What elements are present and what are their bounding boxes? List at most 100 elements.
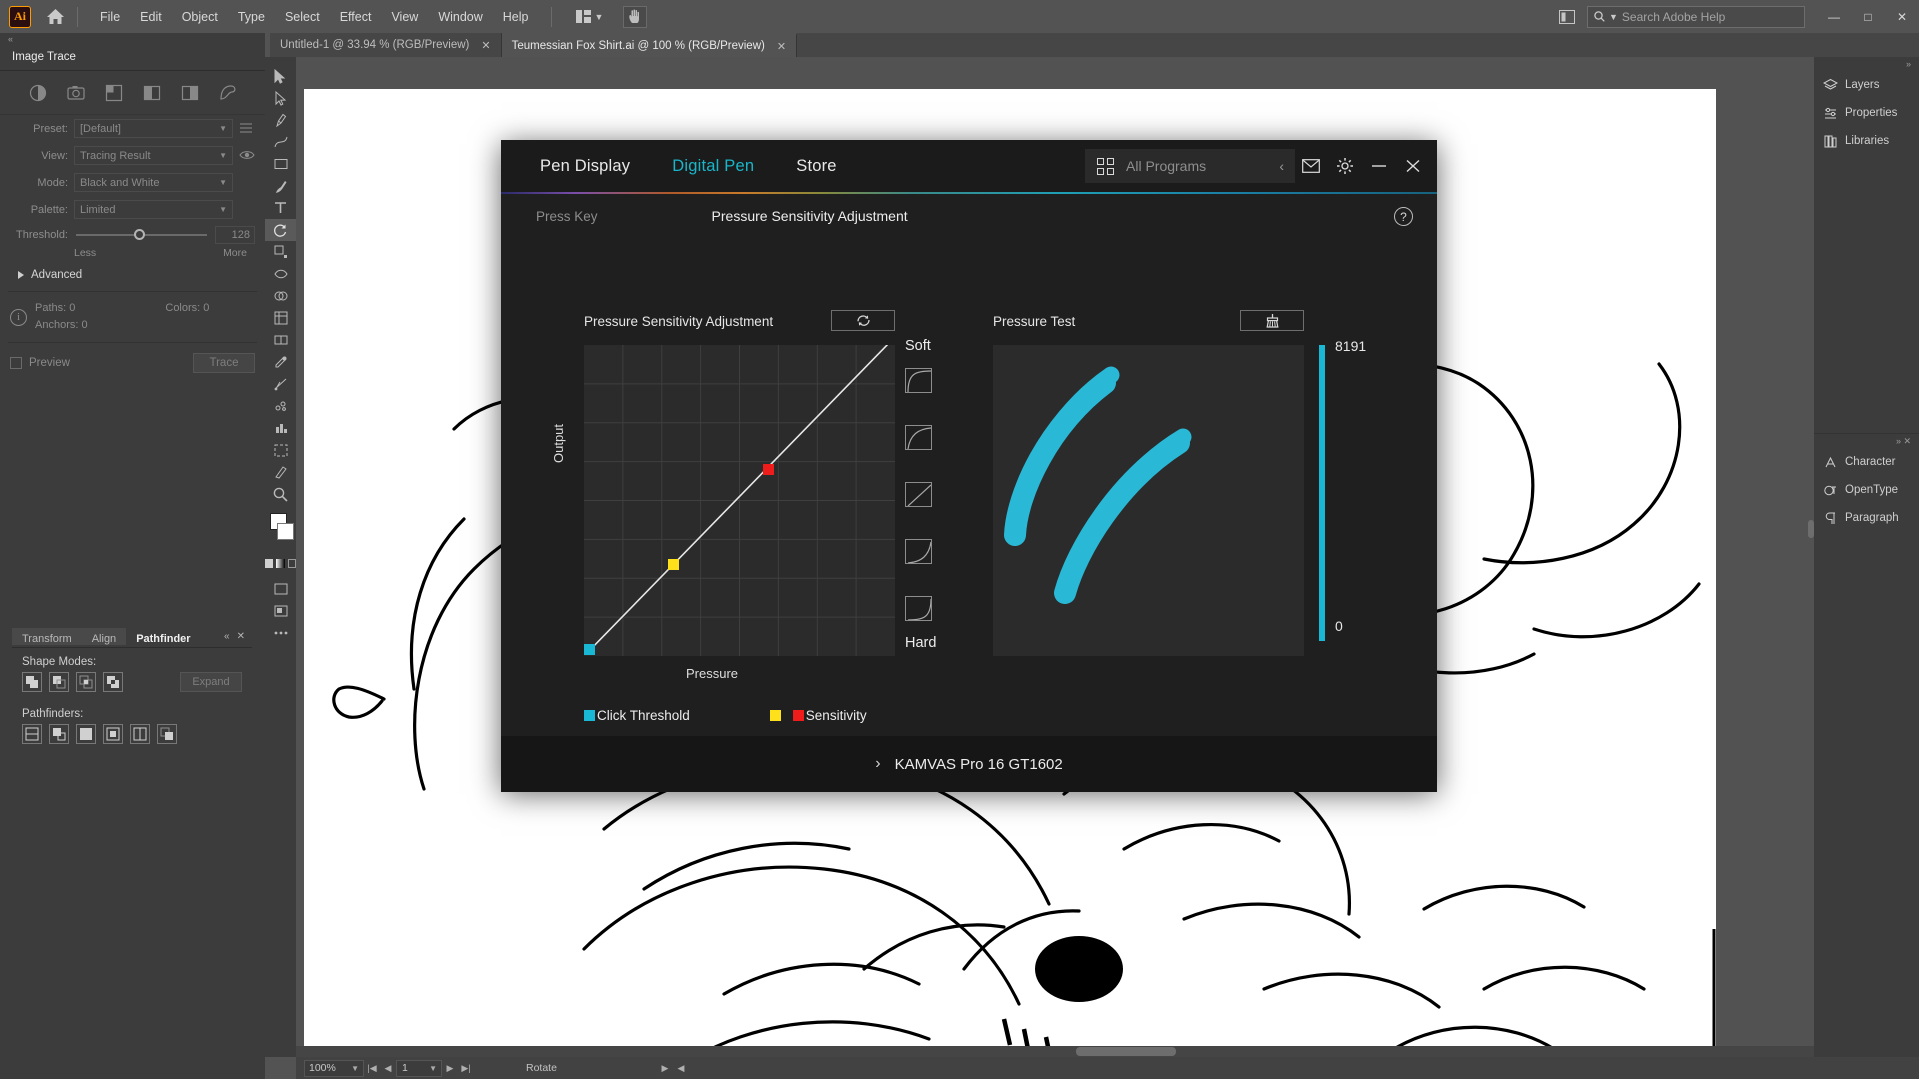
- low-color-icon[interactable]: [104, 83, 124, 103]
- curve-preset-linear[interactable]: [905, 482, 932, 507]
- horizontal-scrollbar[interactable]: [296, 1046, 1814, 1057]
- sidebar-item-properties[interactable]: Properties: [1814, 99, 1919, 127]
- first-page-button[interactable]: |◀: [364, 1060, 380, 1077]
- tool-mesh[interactable]: [265, 329, 296, 351]
- tab-store[interactable]: Store: [796, 157, 836, 176]
- trim-button[interactable]: [49, 724, 69, 744]
- minus-back-button[interactable]: [157, 724, 177, 744]
- tool-zoom[interactable]: [265, 483, 296, 505]
- gradient-button[interactable]: [276, 559, 284, 568]
- close-icon[interactable]: ✕: [481, 39, 490, 52]
- tool-more[interactable]: [265, 622, 296, 644]
- mode-select[interactable]: Black and White ▼: [74, 173, 233, 192]
- sidebar-item-character[interactable]: Character: [1814, 448, 1919, 476]
- none-button[interactable]: [288, 559, 296, 568]
- arrange-documents-button[interactable]: ▼: [570, 7, 610, 26]
- tool-type[interactable]: [265, 197, 296, 219]
- color-button[interactable]: [265, 559, 273, 568]
- tool-pen[interactable]: [265, 109, 296, 131]
- threshold-slider-knob[interactable]: [134, 229, 145, 240]
- document-tab-fox-shirt[interactable]: Teumessian Fox Shirt.ai @ 100 % (RGB/Pre…: [502, 33, 797, 57]
- auto-color-icon[interactable]: [28, 83, 48, 103]
- tab-align[interactable]: Align: [82, 628, 126, 645]
- menu-edit[interactable]: Edit: [130, 6, 172, 28]
- right-dock-grip-2[interactable]: » ✕: [1814, 434, 1919, 448]
- tool-direct-selection[interactable]: [265, 87, 296, 109]
- gear-icon[interactable]: [1329, 149, 1361, 183]
- tool-slice[interactable]: [265, 461, 296, 483]
- close-icon[interactable]: [1397, 149, 1429, 183]
- tool-artboard[interactable]: [265, 439, 296, 461]
- page-number-select[interactable]: 1 ▼: [396, 1060, 442, 1077]
- tool-paintbrush[interactable]: [265, 175, 296, 197]
- last-page-button[interactable]: ▶|: [458, 1060, 474, 1077]
- close-icon[interactable]: ✕: [777, 40, 786, 53]
- tool-column-graph[interactable]: [265, 417, 296, 439]
- sidebar-item-paragraph[interactable]: Paragraph: [1814, 504, 1919, 532]
- outline-button[interactable]: [130, 724, 150, 744]
- merge-button[interactable]: [76, 724, 96, 744]
- black-white-icon[interactable]: [180, 83, 200, 103]
- tool-drawing-mode[interactable]: [265, 600, 296, 622]
- document-tab-untitled[interactable]: Untitled-1 @ 33.94 % (RGB/Preview) ✕: [270, 33, 502, 57]
- tool-width[interactable]: [265, 263, 296, 285]
- tab-pathfinder[interactable]: Pathfinder: [126, 628, 200, 645]
- right-dock-grip[interactable]: »: [1814, 57, 1919, 71]
- expand-button[interactable]: Expand: [180, 672, 242, 692]
- minimize-icon[interactable]: [1363, 149, 1395, 183]
- grayscale-icon[interactable]: [142, 83, 162, 103]
- tool-perspective-grid[interactable]: [265, 307, 296, 329]
- trace-button[interactable]: Trace: [193, 353, 255, 373]
- click-threshold-point[interactable]: [584, 644, 595, 655]
- threshold-value-field[interactable]: 128: [215, 226, 255, 244]
- curve-preset-soft-2[interactable]: [905, 425, 932, 450]
- menu-effect[interactable]: Effect: [330, 6, 382, 28]
- chevron-left-icon[interactable]: ‹: [1279, 158, 1284, 174]
- close-icon[interactable]: ✕: [237, 631, 245, 642]
- tool-curvature[interactable]: [265, 131, 296, 153]
- view-select[interactable]: Tracing Result ▼: [74, 146, 233, 165]
- tool-blend[interactable]: [265, 373, 296, 395]
- preview-checkbox[interactable]: [10, 357, 22, 369]
- tab-digital-pen[interactable]: Digital Pen: [672, 157, 754, 176]
- sidebar-item-layers[interactable]: Layers: [1814, 71, 1919, 99]
- tool-symbol-sprayer[interactable]: [265, 395, 296, 417]
- dialog-footer[interactable]: › KAMVAS Pro 16 GT1602: [501, 736, 1437, 792]
- minimize-button[interactable]: —: [1817, 1, 1851, 33]
- mail-icon[interactable]: [1295, 149, 1327, 183]
- sensitivity-high-point[interactable]: [763, 464, 774, 475]
- sensitivity-curve-graph[interactable]: [584, 345, 895, 656]
- outline-icon[interactable]: [218, 83, 238, 103]
- tool-rotate[interactable]: [265, 219, 296, 241]
- reset-curve-button[interactable]: [831, 310, 895, 331]
- intersect-button[interactable]: [76, 672, 96, 692]
- sidebar-item-libraries[interactable]: Libraries: [1814, 127, 1919, 155]
- exclude-button[interactable]: [103, 672, 123, 692]
- workspace-switcher-icon[interactable]: [1555, 6, 1579, 28]
- search-input[interactable]: ▼ Search Adobe Help: [1587, 6, 1805, 28]
- next-page-button[interactable]: ▶: [442, 1060, 458, 1077]
- status-expand-icon[interactable]: ▶: [657, 1060, 673, 1077]
- subnav-press-key[interactable]: Press Key: [536, 209, 598, 224]
- tablet-driver-dialog[interactable]: Pen Display Digital Pen Store All Progra…: [501, 140, 1437, 790]
- close-button[interactable]: ✕: [1885, 1, 1919, 33]
- menu-help[interactable]: Help: [493, 6, 539, 28]
- minus-front-button[interactable]: [49, 672, 69, 692]
- menu-select[interactable]: Select: [275, 6, 330, 28]
- home-icon[interactable]: [45, 7, 65, 27]
- threshold-slider[interactable]: [76, 234, 207, 236]
- curve-preset-soft-1[interactable]: [905, 368, 932, 393]
- stroke-swatch[interactable]: [277, 523, 294, 540]
- tab-transform[interactable]: Transform: [12, 628, 82, 645]
- curve-preset-hard-1[interactable]: [905, 539, 932, 564]
- menu-view[interactable]: View: [381, 6, 428, 28]
- tool-shape-builder[interactable]: [265, 285, 296, 307]
- advanced-disclosure[interactable]: Advanced: [0, 263, 265, 287]
- curve-preset-hard-2[interactable]: [905, 596, 932, 621]
- sensitivity-low-point[interactable]: [668, 559, 679, 570]
- collapse-panels-icon[interactable]: «: [0, 33, 265, 45]
- preset-menu-icon[interactable]: [239, 121, 255, 137]
- palette-select[interactable]: Limited ▼: [74, 200, 233, 219]
- tool-screen-mode[interactable]: [265, 578, 296, 600]
- menu-window[interactable]: Window: [428, 6, 492, 28]
